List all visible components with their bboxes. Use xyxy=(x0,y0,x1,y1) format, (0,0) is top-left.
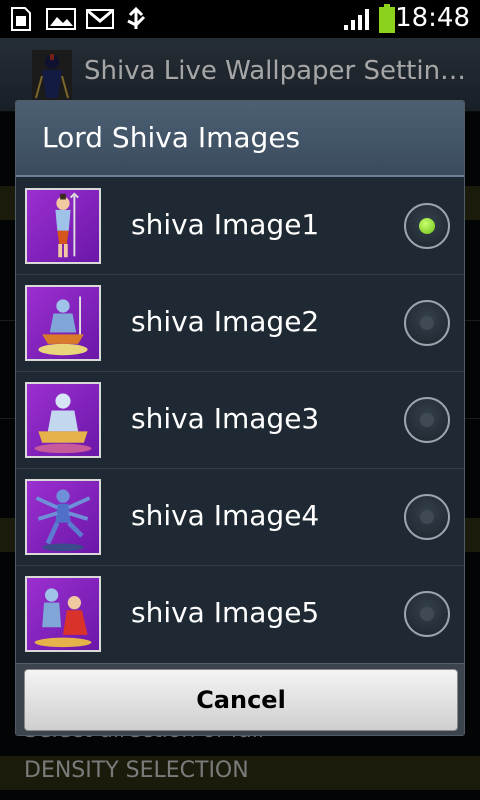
radio-dot xyxy=(420,510,434,524)
image-selection-dialog: Lord Shiva Images shiva Image1 shiva Ima… xyxy=(15,100,465,736)
option-label: shiva Image1 xyxy=(131,208,320,241)
status-bar: 18:48 xyxy=(0,0,480,38)
shiva-seated-image xyxy=(38,296,88,356)
image-icon xyxy=(46,8,76,30)
radio-dot xyxy=(419,218,435,234)
radio-dot xyxy=(420,607,434,621)
radio-button[interactable] xyxy=(404,591,450,637)
radio-button[interactable] xyxy=(404,300,450,346)
radio-button[interactable] xyxy=(404,397,450,443)
option-label: shiva Image3 xyxy=(131,402,320,435)
shiva-meditating-image xyxy=(34,393,92,454)
shiva-image-thumbnail xyxy=(25,479,101,555)
shiva-image-thumbnail xyxy=(25,188,101,264)
radio-dot xyxy=(420,413,434,427)
clock: 18:48 xyxy=(395,3,470,33)
image-option-4[interactable]: shiva Image4 xyxy=(16,469,464,566)
battery-icon xyxy=(379,4,395,33)
radio-dot xyxy=(420,316,434,330)
sim-card-icon xyxy=(11,7,31,31)
dialog-footer: Cancel xyxy=(16,663,464,735)
shiva-parvati-image xyxy=(34,588,92,648)
shiva-standing-image xyxy=(55,192,79,258)
image-option-2[interactable]: shiva Image2 xyxy=(16,275,464,372)
shiva-dancing-image xyxy=(35,489,91,552)
image-option-3[interactable]: shiva Image3 xyxy=(16,372,464,469)
radio-button[interactable] xyxy=(404,494,450,540)
dialog-title: Lord Shiva Images xyxy=(42,121,301,154)
shiva-image-thumbnail xyxy=(25,285,101,361)
option-label: shiva Image4 xyxy=(131,499,320,532)
shiva-image-thumbnail xyxy=(25,576,101,652)
option-label: shiva Image2 xyxy=(131,305,320,338)
signal-icon xyxy=(344,9,369,30)
shiva-image-thumbnail xyxy=(25,382,101,458)
gmail-icon xyxy=(86,9,114,29)
image-option-5[interactable]: shiva Image5 xyxy=(16,566,464,663)
image-option-1[interactable]: shiva Image1 xyxy=(16,178,464,275)
radio-button-selected[interactable] xyxy=(404,203,450,249)
option-label: shiva Image5 xyxy=(131,596,320,629)
usb-icon xyxy=(127,7,146,29)
dialog-header: Lord Shiva Images xyxy=(16,101,464,177)
cancel-button[interactable]: Cancel xyxy=(24,669,458,731)
